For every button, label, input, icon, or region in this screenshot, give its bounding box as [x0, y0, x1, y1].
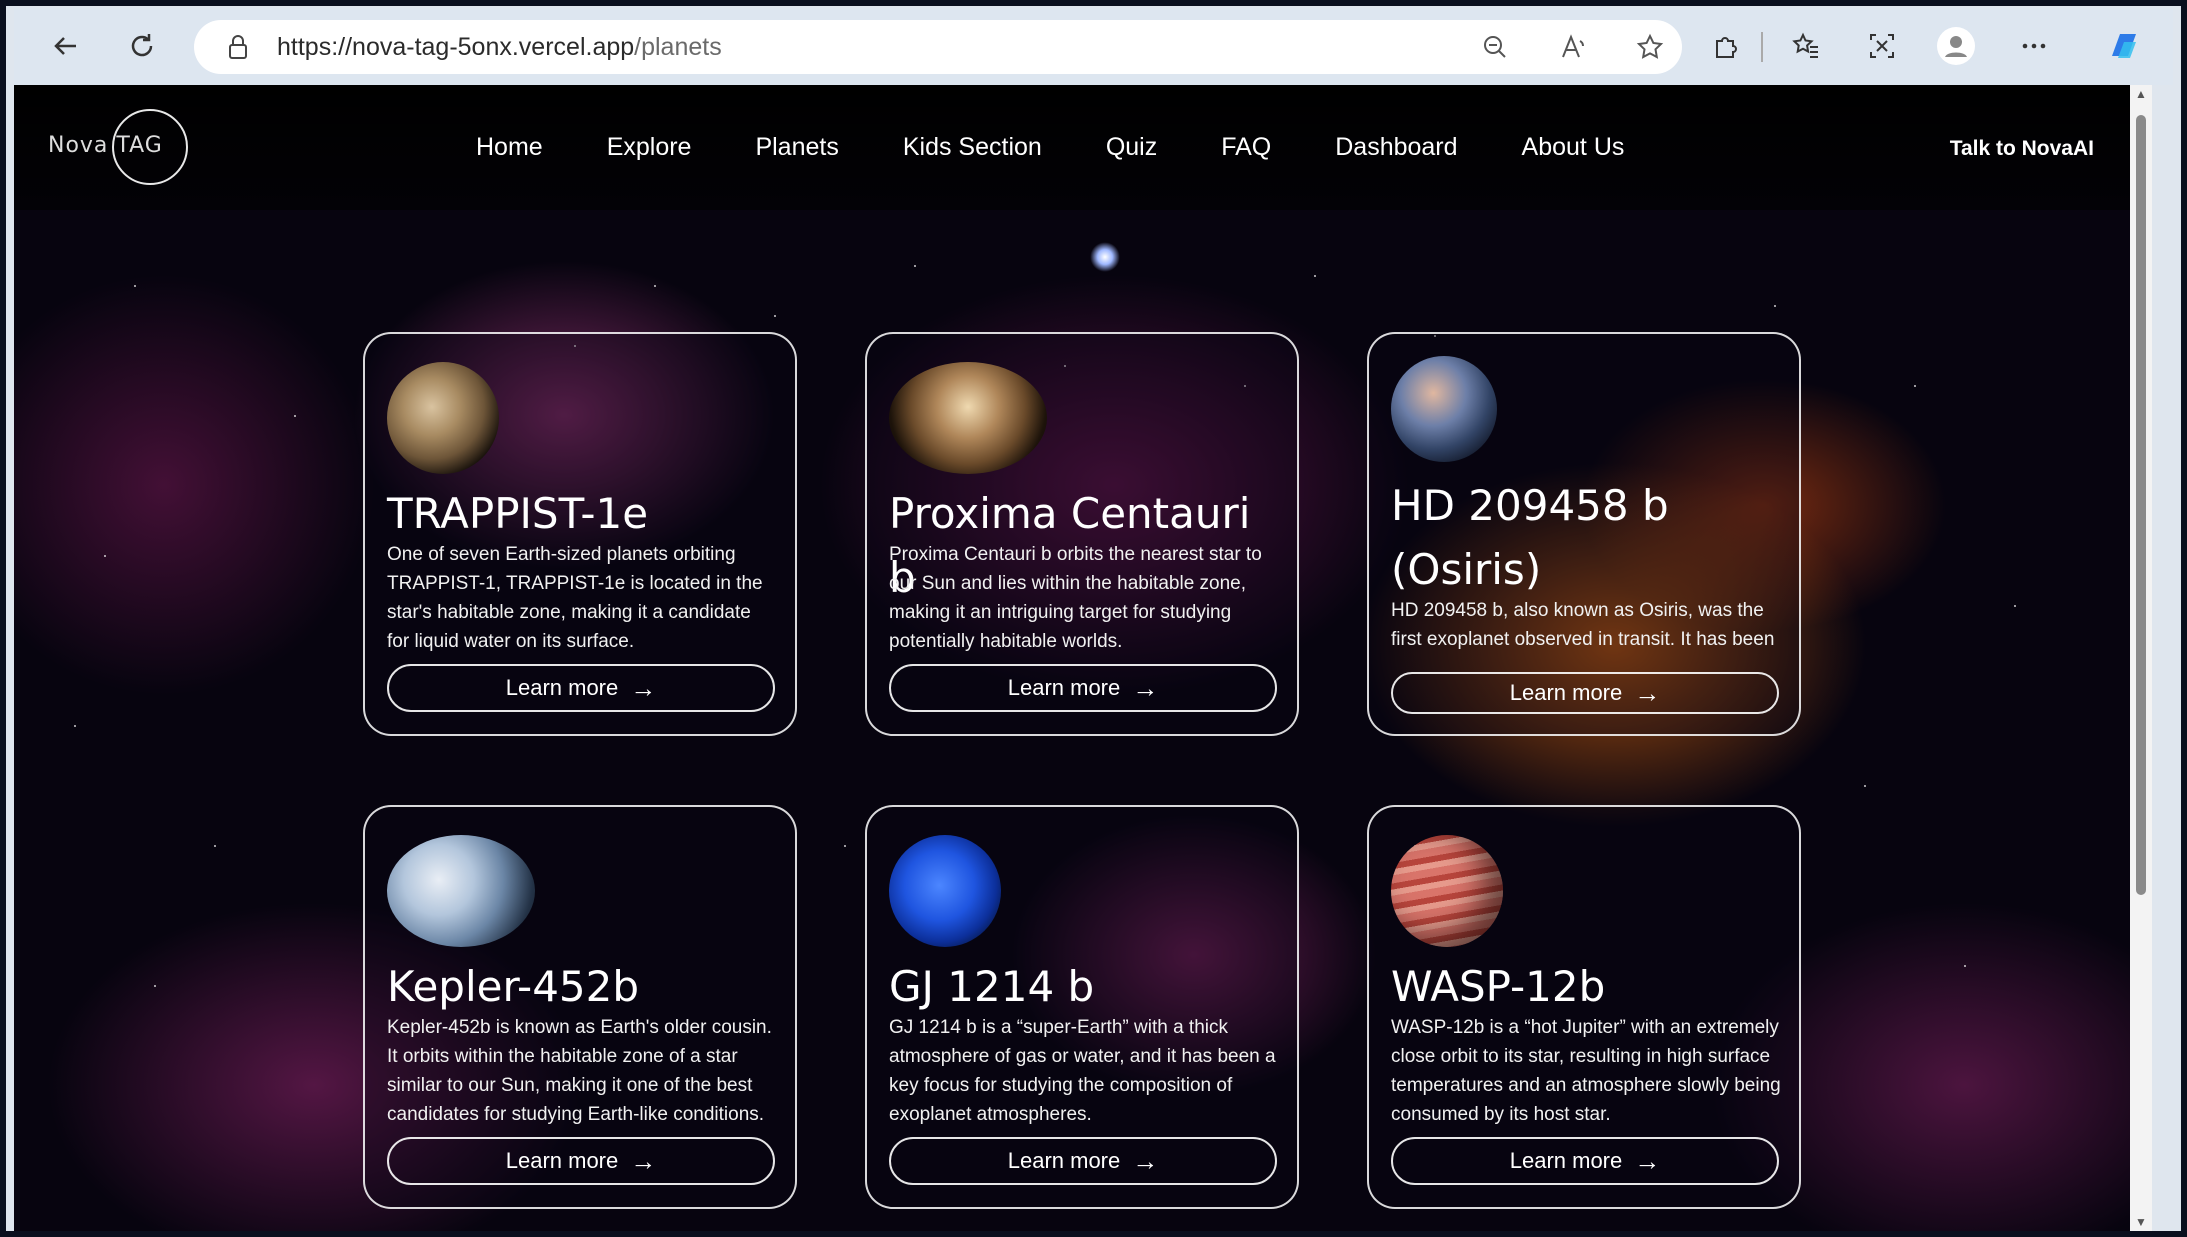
arrow-right-icon: → [1634, 1145, 1661, 1176]
logo-text: Nova TAG [48, 133, 163, 158]
learn-more-button[interactable]: Learn more → [1391, 672, 1779, 714]
favorites-icon[interactable] [1784, 24, 1828, 68]
planet-description: GJ 1214 b is a “super-Earth” with a thic… [889, 1017, 1276, 1125]
nav-explore[interactable]: Explore [607, 133, 692, 162]
planet-card-hd-209458-b: HD 209458 b (Osiris) HD 209458 b, also k… [1367, 332, 1801, 736]
planet-title: HD 209458 b (Osiris) [1391, 481, 1669, 594]
planet-description: HD 209458 b, also known as Osiris, was t… [1391, 600, 1775, 650]
nova-tag-logo[interactable]: Nova TAG [48, 107, 188, 187]
arrow-right-icon: → [630, 1145, 657, 1176]
learn-more-label: Learn more [1509, 680, 1623, 705]
kepler-452b-planet-image [387, 835, 535, 947]
planet-title: GJ 1214 b [889, 962, 1095, 1011]
scroll-down-arrow-icon[interactable]: ▼ [2135, 1215, 2147, 1229]
learn-more-label: Learn more [1007, 675, 1121, 700]
planet-card-wasp-12b: WASP-12b WASP-12b is a “hot Jupiter” wit… [1367, 805, 1801, 1209]
nav-quiz[interactable]: Quiz [1106, 133, 1157, 162]
reload-button[interactable] [120, 24, 164, 68]
reload-icon [131, 34, 153, 57]
url-base: https://nova-tag-5onx.vercel.app [277, 33, 635, 61]
planet-card-gj-1214-b: GJ 1214 b GJ 1214 b is a “super-Earth” w… [865, 805, 1299, 1209]
url-path: /planets [634, 33, 722, 61]
arrow-right-icon: → [1132, 1145, 1159, 1176]
nav-kids-section[interactable]: Kids Section [903, 133, 1042, 162]
learn-more-label: Learn more [505, 675, 619, 700]
hd-209458-b-planet-image [1391, 356, 1497, 462]
screenshot-icon[interactable] [1860, 24, 1904, 68]
bright-star [1090, 242, 1120, 272]
planet-card-kepler-452b: Kepler-452b Kepler-452b is known as Eart… [363, 805, 797, 1209]
scroll-up-arrow-icon[interactable]: ▲ [2135, 87, 2147, 101]
planet-card-trappist-1e: TRAPPIST-1e One of seven Earth-sized pla… [363, 332, 797, 736]
scrollbar-thumb[interactable] [2136, 115, 2146, 895]
nav-home[interactable]: Home [476, 133, 543, 162]
learn-more-button[interactable]: Learn more → [387, 664, 775, 712]
planet-description: WASP-12b is a “hot Jupiter” with an extr… [1391, 1017, 1781, 1125]
nav-faq[interactable]: FAQ [1221, 133, 1271, 162]
back-button[interactable] [44, 24, 88, 68]
planet-title: TRAPPIST-1e [387, 489, 649, 538]
arrow-right-icon: → [1132, 672, 1159, 703]
top-navigation: Nova TAG Home Explore Planets Kids Secti… [14, 85, 2138, 210]
zoom-out-icon[interactable] [1479, 31, 1511, 63]
learn-more-label: Learn more [1509, 1148, 1623, 1173]
back-arrow-icon [54, 37, 76, 55]
main-menu: Home Explore Planets Kids Section Quiz F… [476, 133, 1688, 162]
profile-avatar[interactable] [1934, 24, 1978, 68]
planet-description: Kepler-452b is known as Earth's older co… [387, 1017, 772, 1125]
learn-more-label: Learn more [1007, 1148, 1121, 1173]
favorite-star-icon[interactable] [1634, 31, 1666, 63]
planet-description: One of seven Earth-sized planets orbitin… [387, 544, 763, 652]
trappist-1e-planet-image [387, 362, 499, 474]
read-aloud-icon[interactable] [1557, 31, 1589, 63]
talk-to-novaai-button[interactable]: Talk to NovaAI [1950, 137, 2094, 161]
planet-title: WASP-12b [1391, 962, 1606, 1011]
nav-about-us[interactable]: About Us [1522, 133, 1625, 162]
arrow-right-icon: → [630, 672, 657, 703]
learn-more-button[interactable]: Learn more → [889, 664, 1277, 712]
nav-dashboard[interactable]: Dashboard [1335, 133, 1457, 162]
proxima-centauri-b-planet-image [889, 362, 1047, 474]
learn-more-button[interactable]: Learn more → [1391, 1137, 1779, 1185]
learn-more-button[interactable]: Learn more → [889, 1137, 1277, 1185]
gj-1214-b-planet-image [889, 835, 1001, 947]
lock-icon [229, 35, 247, 59]
wasp-12b-planet-image [1391, 835, 1503, 947]
learn-more-button[interactable]: Learn more → [387, 1137, 775, 1185]
planet-card-proxima-centauri-b: Proxima Centauri b Proxima Centauri b or… [865, 332, 1299, 736]
copilot-icon[interactable] [2102, 24, 2146, 68]
planet-title: Kepler-452b [387, 962, 640, 1011]
arrow-right-icon: → [1634, 677, 1661, 708]
browser-toolbar: https://nova-tag-5onx.vercel.app/planets [14, 8, 2173, 85]
planets-page: Nova TAG Home Explore Planets Kids Secti… [14, 85, 2152, 1231]
more-options-icon[interactable] [2012, 24, 2056, 68]
learn-more-label: Learn more [505, 1148, 619, 1173]
nav-planets[interactable]: Planets [755, 133, 838, 162]
extensions-icon[interactable] [1704, 24, 1748, 68]
address-bar[interactable]: https://nova-tag-5onx.vercel.app/planets [194, 20, 1682, 74]
page-scrollbar[interactable]: ▲ ▼ [2130, 85, 2152, 1231]
url-text[interactable]: https://nova-tag-5onx.vercel.app/planets [277, 33, 722, 62]
planet-description: Proxima Centauri b orbits the nearest st… [889, 544, 1262, 652]
toolbar-divider [1761, 32, 1763, 62]
